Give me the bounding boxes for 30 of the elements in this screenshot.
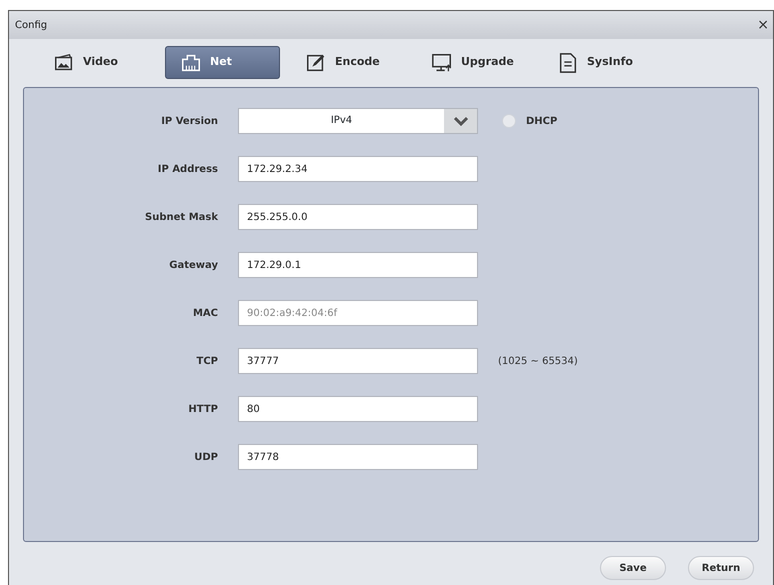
field-label: Gateway xyxy=(168,258,219,272)
dialog-button[interactable]: Return xyxy=(688,556,754,580)
range-hint: (1025 ~ 65534) xyxy=(498,354,578,368)
tab[interactable]: Net xyxy=(165,46,280,79)
dropdown[interactable]: IPv4 xyxy=(238,108,478,134)
window-title: Config xyxy=(15,18,48,32)
field-label: MAC xyxy=(192,306,219,320)
field-label: IP Address xyxy=(156,162,219,176)
field-label: Subnet Mask xyxy=(144,210,219,224)
radio-button[interactable] xyxy=(502,114,516,128)
input-field[interactable]: 80 xyxy=(238,396,478,422)
field-label: UDP xyxy=(193,450,219,464)
input-field[interactable]: 255.255.0.0 xyxy=(238,204,478,230)
field-label: IP Version xyxy=(160,114,219,128)
monitor-upload-icon xyxy=(431,52,453,74)
radio-label: DHCP xyxy=(526,114,558,128)
input-field[interactable]: 172.29.0.1 xyxy=(238,252,478,278)
input-field[interactable]: 37778 xyxy=(238,444,478,470)
input-field[interactable]: 37777 xyxy=(238,348,478,374)
chevron-down-icon xyxy=(454,116,468,126)
input-field[interactable]: 172.29.2.34 xyxy=(238,156,478,182)
tab[interactable]: Upgrade xyxy=(417,46,532,79)
close-button[interactable]: × xyxy=(757,18,773,32)
field-label: TCP xyxy=(196,354,219,368)
document-icon xyxy=(557,52,579,74)
tab[interactable]: Encode xyxy=(291,46,406,79)
tab[interactable]: Video xyxy=(39,46,154,79)
dialog-button[interactable]: Save xyxy=(600,556,666,580)
field-label: HTTP xyxy=(187,402,219,416)
tab[interactable]: SysInfo xyxy=(543,46,658,79)
